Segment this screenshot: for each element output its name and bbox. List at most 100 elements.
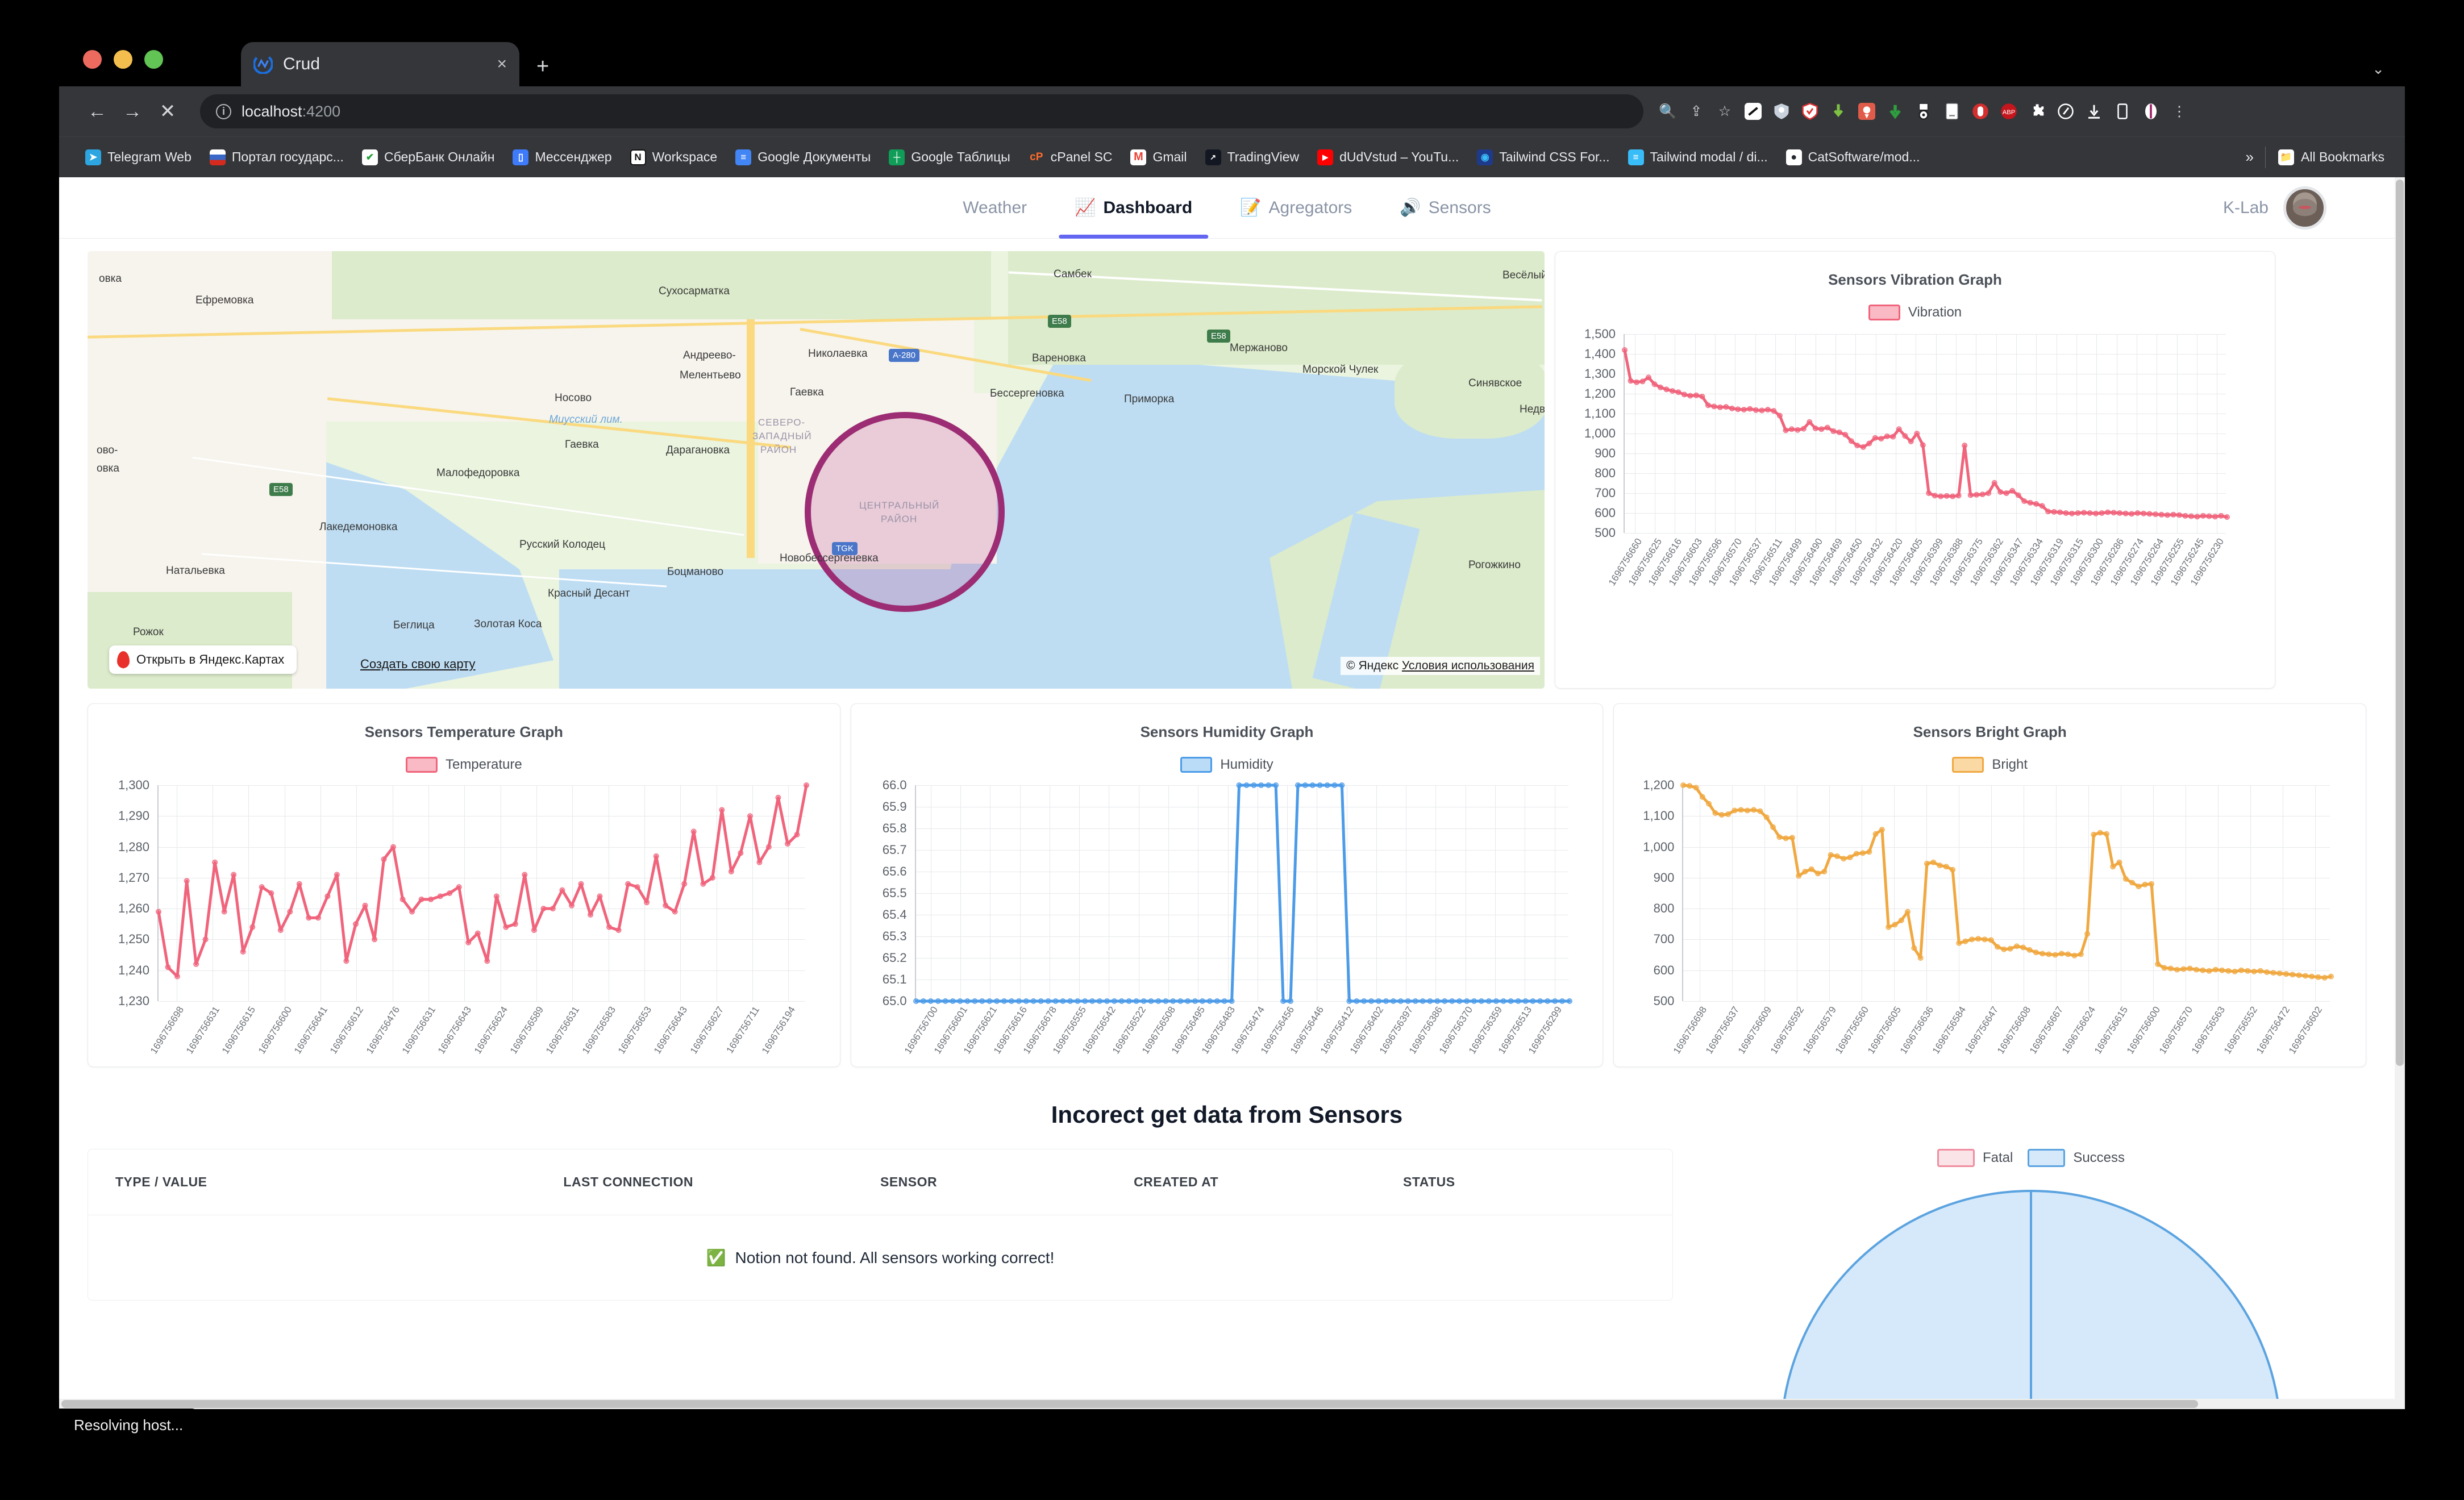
- map-place-label: Ефремовка: [195, 294, 254, 306]
- yandex-map[interactable]: 2 Открыть в Яндекс.Картах Создать свою к…: [88, 251, 1545, 689]
- humidity-line-chart[interactable]: 66.0 65.9 65.8 65.7 65.6 65.5 65.4 65.3 65.2 65.1…: [851, 778, 1603, 1081]
- window-traffic-lights[interactable]: [83, 50, 163, 69]
- bookmark-item[interactable]: ┼ Google Таблицы: [880, 143, 1019, 172]
- tab-agregators[interactable]: 📝 Agregators: [1216, 177, 1376, 239]
- sensors-section-title: Incorect get data from Sensors: [1051, 1101, 1403, 1128]
- legend-item-fatal[interactable]: Fatal: [1937, 1149, 2013, 1167]
- map-place-label: Золотая Коса: [474, 618, 542, 630]
- profile-icon[interactable]: [2138, 98, 2164, 124]
- green-arrow-icon[interactable]: [1882, 98, 1908, 124]
- bookmark-item[interactable]: ≡ Tailwind modal / di...: [1619, 143, 1777, 172]
- pocket-icon[interactable]: [1740, 98, 1766, 124]
- map-place-label: Синявское: [1468, 377, 1522, 389]
- page-icon[interactable]: [1939, 98, 1965, 124]
- minimize-window-button[interactable]: [114, 50, 132, 69]
- legend-item[interactable]: Bright: [1952, 757, 2028, 773]
- bright-line-chart[interactable]: 1,200 1,100 1,000 900 800 700 600 500 1696756698…: [1614, 778, 2366, 1081]
- site-info-icon[interactable]: i: [216, 103, 231, 119]
- abp-icon[interactable]: ABP: [1996, 98, 2022, 124]
- legend-label: Fatal: [1982, 1150, 2013, 1165]
- menu-kebab-icon[interactable]: ⋮: [2166, 98, 2192, 124]
- bookmark-item[interactable]: cP cPanel SC: [1019, 143, 1122, 172]
- create-own-map-link[interactable]: Создать свою карту: [360, 657, 475, 672]
- save-icon[interactable]: [2081, 98, 2107, 124]
- tab-icon[interactable]: [2109, 98, 2136, 124]
- zoom-out-icon[interactable]: 🔍: [1655, 98, 1681, 124]
- bookmark-item[interactable]: ✔ СберБанк Онлайн: [353, 143, 504, 172]
- tampermonkey-icon[interactable]: [1854, 98, 1880, 124]
- map-road-shield: A-280: [889, 349, 920, 362]
- column-header-type-value[interactable]: TYPE / VALUE: [88, 1149, 564, 1215]
- stop-hand-icon[interactable]: [1967, 98, 1993, 124]
- google-sheets-icon: ┼: [889, 149, 905, 165]
- column-header-status[interactable]: STATUS: [1403, 1149, 1672, 1215]
- bookmarks-overflow-button[interactable]: »: [2234, 148, 2265, 166]
- vibration-line-chart[interactable]: 1,500 1,400 1,300 1,200 1,100 1,000 900 800 700 6…: [1555, 327, 2275, 630]
- bookmark-item[interactable]: ● CatSoftware/mod...: [1777, 143, 1929, 172]
- bookmark-item[interactable]: M Gmail: [1121, 143, 1196, 172]
- bookmark-item[interactable]: ▶ dUdVstud – YouTu...: [1308, 143, 1468, 172]
- bookmark-item[interactable]: ≡ Google Документы: [726, 143, 880, 172]
- column-header-last-connection[interactable]: LAST CONNECTION: [563, 1149, 880, 1215]
- forward-button[interactable]: →: [115, 101, 150, 123]
- bookmark-item[interactable]: ➤ Telegram Web: [76, 143, 201, 172]
- legend-swatch: [1180, 757, 1213, 773]
- legend-item[interactable]: Humidity: [1180, 757, 1273, 773]
- user-menu[interactable]: K-Lab: [2223, 186, 2326, 230]
- address-bar[interactable]: i localhost:4200: [200, 94, 1643, 128]
- stop-loading-button[interactable]: ✕: [150, 100, 185, 123]
- bookmark-item[interactable]: ◉ Tailwind CSS For...: [1468, 143, 1618, 172]
- temperature-line-chart[interactable]: 1,300 1,290 1,280 1,270 1,260 1,250 1,240 1,230…: [88, 778, 840, 1081]
- bookmark-item[interactable]: ▯ Мессенджер: [503, 143, 621, 172]
- open-in-yandex-maps-button[interactable]: Открыть в Яндекс.Картах: [109, 645, 297, 674]
- download-helper-icon[interactable]: [1825, 98, 1851, 124]
- extension-puzzle-icon[interactable]: [2024, 98, 2050, 124]
- browser-tab[interactable]: Crud ×: [241, 42, 519, 86]
- bookmark-star-icon[interactable]: ☆: [1712, 98, 1738, 124]
- x-axis-tick-label: 1696756584: [1930, 1005, 1968, 1056]
- vertical-scrollbar[interactable]: [2395, 177, 2405, 1409]
- maximize-window-button[interactable]: [144, 50, 163, 69]
- shield-icon[interactable]: [1797, 98, 1823, 124]
- legend-item-success[interactable]: Success: [2028, 1149, 2125, 1167]
- map-place-label: овка: [97, 463, 119, 474]
- horizontal-scroll-thumb[interactable]: [61, 1400, 2198, 1408]
- bookmark-item[interactable]: N Workspace: [621, 143, 727, 172]
- share-icon[interactable]: ⇪: [1683, 98, 1709, 124]
- legend-item[interactable]: Vibration: [1868, 305, 1962, 320]
- table-empty-cell: ✅ Notion not found. All sensors working …: [88, 1215, 1672, 1301]
- map-pin-icon: [117, 651, 130, 668]
- all-bookmarks-button[interactable]: 📁 All Bookmarks: [2266, 149, 2388, 165]
- vertical-scroll-thumb[interactable]: [2396, 180, 2404, 1066]
- back-button[interactable]: ←: [80, 101, 115, 123]
- avatar[interactable]: [2283, 186, 2326, 230]
- tab-weather[interactable]: Weather: [939, 177, 1051, 239]
- bookmark-label: Telegram Web: [107, 149, 192, 164]
- terms-of-use-link[interactable]: Условия использования: [1402, 659, 1534, 672]
- ghostery-icon[interactable]: [2053, 98, 2079, 124]
- column-header-created-at[interactable]: CREATED AT: [1134, 1149, 1404, 1215]
- chevron-down-icon[interactable]: ⌄: [2372, 60, 2384, 78]
- bookmark-item[interactable]: ↗ TradingView: [1196, 143, 1309, 172]
- bookmark-item[interactable]: Портал государс...: [201, 143, 353, 172]
- map-district-label: РАЙОН: [881, 514, 918, 524]
- status-pie-chart[interactable]: [1770, 1180, 2292, 1409]
- legend-swatch: [1868, 305, 1900, 320]
- close-window-button[interactable]: [83, 50, 102, 69]
- tab-sensors[interactable]: 🔊 Sensors: [1376, 177, 1514, 239]
- map-place-label: Мержаново: [1230, 342, 1288, 354]
- bookmark-label: Gmail: [1152, 149, 1187, 164]
- y-axis-tick-label: 900: [1595, 446, 1616, 460]
- privacy-badger-icon[interactable]: [1768, 98, 1795, 124]
- gridline: [1625, 533, 2226, 534]
- cookie-icon[interactable]: [1911, 98, 1937, 124]
- y-axis-tick-label: 1,000: [1584, 426, 1616, 440]
- horizontal-scrollbar[interactable]: [59, 1399, 2395, 1409]
- page-viewport: Weather 📈 Dashboard 📝 Agregators 🔊 Senso…: [59, 177, 2405, 1409]
- legend-item[interactable]: Temperature: [405, 757, 522, 773]
- tab-close-icon[interactable]: ×: [497, 56, 507, 73]
- new-tab-button[interactable]: +: [536, 55, 549, 79]
- gmail-icon: M: [1130, 149, 1147, 165]
- tab-dashboard[interactable]: 📈 Dashboard: [1051, 177, 1216, 239]
- column-header-sensor[interactable]: SENSOR: [880, 1149, 1134, 1215]
